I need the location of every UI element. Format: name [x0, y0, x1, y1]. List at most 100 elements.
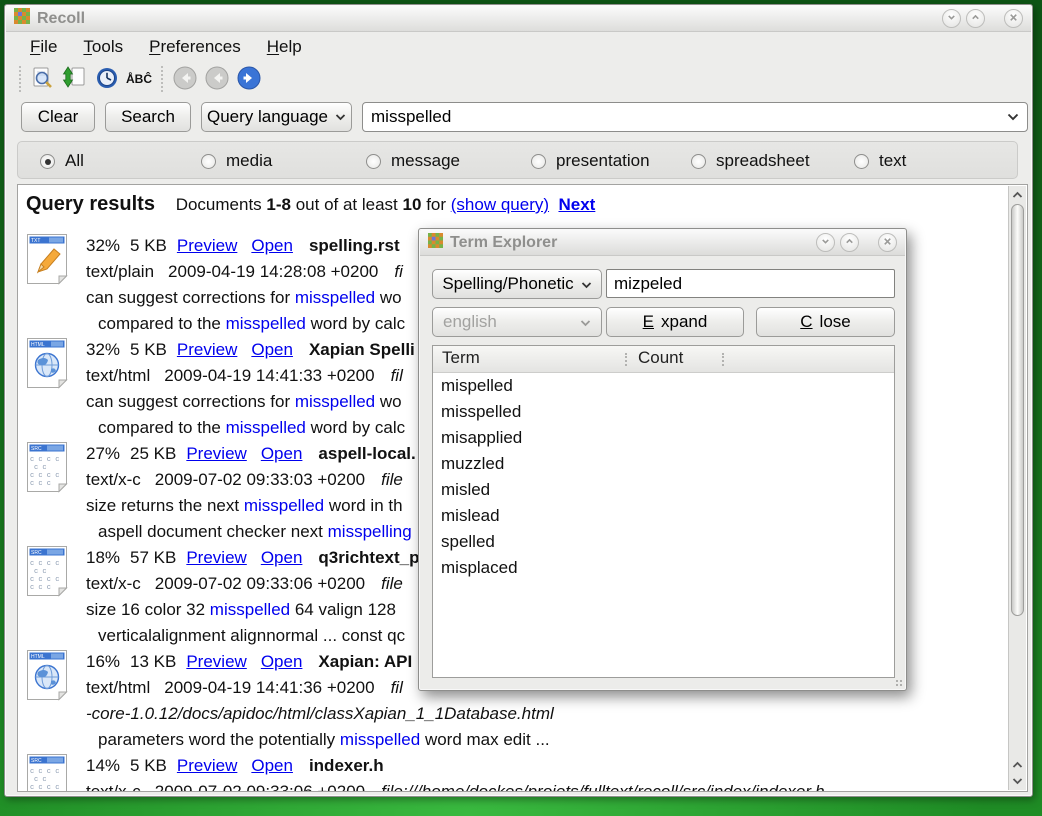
menubar: FileToolsPreferencesHelp: [7, 32, 313, 62]
filter-radio-spreadsheet[interactable]: spreadsheet: [691, 142, 810, 180]
radio-button[interactable]: [201, 154, 216, 169]
history-clock-button[interactable]: [91, 64, 123, 94]
term-query-input[interactable]: [606, 269, 895, 298]
result-date: 2009-04-19 14:41:36 +0200: [164, 678, 374, 697]
expansion-mode-dropdown[interactable]: Spelling/Phonetic: [432, 269, 602, 299]
column-divider[interactable]: [625, 353, 627, 366]
filter-radio-presentation[interactable]: presentation: [531, 142, 650, 180]
resize-grip[interactable]: [895, 679, 903, 687]
column-header-term[interactable]: Term: [442, 348, 480, 368]
column-header-count[interactable]: Count: [638, 348, 683, 368]
open-link[interactable]: Open: [261, 444, 303, 463]
minimize-button[interactable]: [942, 9, 961, 28]
spellcheck-abc-button[interactable]: ÅBĈ: [123, 64, 155, 94]
toolbar-handle[interactable]: [17, 66, 23, 92]
result-title: indexer.h: [309, 756, 384, 775]
query-language-label: Query language: [207, 107, 328, 127]
menu-preferences[interactable]: Preferences: [138, 34, 252, 60]
open-link[interactable]: Open: [251, 340, 293, 359]
filter-radio-message[interactable]: message: [366, 142, 460, 180]
source-file-icon: SRCc c c cc cc c c cc c c: [24, 544, 70, 603]
radio-button[interactable]: [366, 154, 381, 169]
close-button[interactable]: [878, 233, 897, 252]
preview-link[interactable]: Preview: [177, 756, 237, 775]
svg-text:c c c c: c c c c: [30, 784, 59, 792]
menu-help[interactable]: Help: [256, 34, 313, 60]
chevron-down-icon[interactable]: [999, 113, 1027, 121]
next-page-link[interactable]: Next: [558, 195, 595, 214]
table-header: Term Count: [433, 346, 894, 373]
term-explorer-titlebar[interactable]: Term Explorer: [420, 230, 905, 256]
term-rows: mispelledmisspelledmisappliedmuzzledmisl…: [433, 373, 894, 581]
maximize-button[interactable]: [840, 233, 859, 252]
preview-link[interactable]: Preview: [177, 340, 237, 359]
radio-button[interactable]: [691, 154, 706, 169]
filter-radio-media[interactable]: media: [201, 142, 272, 180]
close-button[interactable]: Close: [756, 307, 895, 337]
term-row[interactable]: misled: [433, 477, 894, 503]
result-title: Xapian Spelli: [309, 340, 415, 359]
svg-text:c c c c: c c c c: [30, 576, 59, 584]
result-date: 2009-04-19 14:28:08 +0200: [168, 262, 378, 281]
abstract-text: wo: [375, 288, 401, 307]
clear-button[interactable]: Clear: [21, 102, 95, 132]
open-link[interactable]: Open: [261, 548, 303, 567]
search-query-input[interactable]: [363, 107, 999, 127]
search-button[interactable]: Search: [105, 102, 191, 132]
scrollbar-thumb[interactable]: [1011, 204, 1024, 616]
preview-link[interactable]: Preview: [177, 236, 237, 255]
abstract-text: word in th: [324, 496, 402, 515]
result-size: 13 KB: [130, 652, 176, 671]
minimize-icon: [944, 10, 959, 28]
radio-button[interactable]: [854, 154, 869, 169]
result-mimetype: text/x-c: [86, 470, 141, 489]
maximize-button[interactable]: [966, 9, 985, 28]
search-query-combobox[interactable]: [362, 102, 1028, 132]
preview-link[interactable]: Preview: [186, 548, 246, 567]
result-relevance: 27%: [86, 444, 120, 463]
scroll-down-icon[interactable]: [1010, 773, 1025, 789]
term-row[interactable]: misplaced: [433, 555, 894, 581]
result-size: 25 KB: [130, 444, 176, 463]
svg-text:c c c c: c c c c: [30, 472, 59, 480]
radio-button[interactable]: [531, 154, 546, 169]
result-url: fi: [394, 262, 403, 281]
html-file-icon: HTML: [24, 648, 70, 707]
preview-link[interactable]: Preview: [186, 652, 246, 671]
term-row[interactable]: spelled: [433, 529, 894, 555]
result-relevance: 32%: [86, 340, 120, 359]
term-row[interactable]: muzzled: [433, 451, 894, 477]
menu-tools[interactable]: Tools: [72, 34, 134, 60]
show-query-link[interactable]: (show query): [451, 195, 549, 214]
expand-button[interactable]: Expand: [606, 307, 744, 337]
filter-radio-text[interactable]: text: [854, 142, 906, 180]
update-index-button[interactable]: [59, 64, 91, 94]
close-icon: [880, 234, 895, 252]
main-titlebar[interactable]: Recoll: [6, 6, 1031, 32]
scroll-up-icon[interactable]: [1010, 757, 1025, 773]
menu-file[interactable]: File: [19, 34, 68, 60]
query-language-dropdown[interactable]: Query language: [201, 102, 352, 132]
term-row[interactable]: mislead: [433, 503, 894, 529]
term-row[interactable]: mispelled: [433, 373, 894, 399]
svg-text:c c c c: c c c c: [30, 560, 59, 568]
nav-forward-button[interactable]: [233, 64, 265, 94]
close-button[interactable]: [1004, 9, 1023, 28]
filter-radio-all[interactable]: All: [40, 142, 84, 180]
radio-button[interactable]: [40, 154, 55, 169]
scroll-up-icon[interactable]: [1010, 187, 1025, 203]
term-row[interactable]: misapplied: [433, 425, 894, 451]
svg-text:HTML: HTML: [31, 342, 45, 348]
document-preview-button[interactable]: [27, 64, 59, 94]
svg-text:c c c c: c c c c: [30, 456, 59, 464]
chevron-down-icon: [580, 312, 591, 332]
minimize-button[interactable]: [816, 233, 835, 252]
column-divider[interactable]: [722, 353, 724, 366]
open-link[interactable]: Open: [251, 756, 293, 775]
open-link[interactable]: Open: [261, 652, 303, 671]
open-link[interactable]: Open: [251, 236, 293, 255]
preview-link[interactable]: Preview: [186, 444, 246, 463]
term-row[interactable]: misspelled: [433, 399, 894, 425]
highlighted-term: misspelled: [226, 418, 306, 437]
results-scrollbar[interactable]: [1008, 186, 1026, 790]
